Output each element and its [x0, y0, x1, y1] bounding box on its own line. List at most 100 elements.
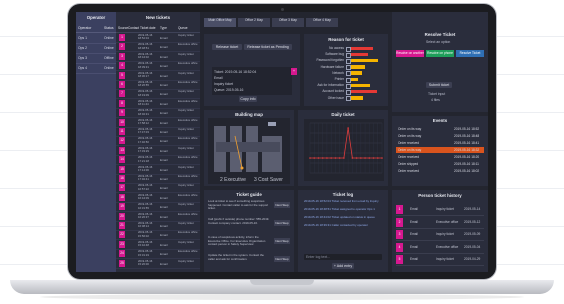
history-badge: 5	[396, 255, 403, 264]
history-queue: Inquiry ticket	[436, 232, 454, 236]
ticket-number-badge: 18	[119, 193, 125, 201]
operator-name: Ops 2	[78, 46, 88, 50]
ticket-number-badge: 7	[119, 90, 125, 98]
operator-row[interactable]: Ops 3 Offline	[76, 54, 116, 64]
reason-bar	[351, 71, 362, 75]
history-queue: Executive office	[436, 219, 459, 224]
event-time: 2019-05-16 18:32	[454, 148, 480, 152]
operator-row[interactable]: Ops 1 Online	[76, 34, 116, 44]
ticket-type: Email	[160, 120, 168, 125]
operator-row[interactable]: Ops 2 Online	[76, 44, 116, 54]
history-row[interactable]: 2 Email Executive office 2019-05-12	[396, 217, 484, 229]
ticket-number-badge: 1	[119, 34, 125, 41]
guide-step-text: In case of suspicious activity, inform t…	[208, 235, 266, 247]
ticket-date: 2019-05-16 18:44:02	[138, 51, 153, 60]
resolve-panel: Resolve Ticket Select an option Resolve …	[392, 12, 488, 112]
copy-info-button[interactable]: Copy info	[239, 96, 257, 102]
history-row[interactable]: 5 Email Inquiry ticket 2019-04-29	[396, 254, 484, 266]
building-map-panel: Building map 2 Executive 3 Cost Saver	[204, 110, 294, 186]
operator-panel: Operator Operator Status Ops 1 Online Ops 2…	[76, 12, 116, 272]
daily-point	[376, 157, 379, 159]
tab-2[interactable]: Office 3 Map	[272, 18, 304, 27]
ticket-log-panel: Ticket log 2019-05-16 18:52:04 Ticket re…	[298, 190, 388, 272]
ticket-number-badge: 9	[119, 109, 125, 117]
ticket-input-label: Ticket input	[428, 92, 446, 96]
ticket-number-badge: 24	[119, 250, 125, 258]
next-step-button[interactable]: Next Step	[274, 238, 290, 244]
ticket-number-badge: 22	[119, 231, 125, 239]
event-row[interactable]: Order on its way 2019-05-16 18:52	[396, 126, 484, 132]
event-row[interactable]: Order received 2019-05-16 18:02	[396, 168, 484, 174]
ticket-type: Email	[160, 214, 168, 219]
reason-bar	[351, 83, 370, 88]
resolve-button-1[interactable]: Resolve on phone	[426, 50, 454, 57]
history-badge: 2	[396, 217, 403, 227]
history-row[interactable]: 3 Email Inquiry ticket 2019-05-09	[396, 229, 484, 241]
ticket-queue: Inquiry ticket	[178, 183, 194, 188]
history-row[interactable]: 1 Email Inquiry ticket 2019-05-14	[396, 204, 484, 216]
ticket-date: 2019-05-16 17:33:29	[138, 145, 153, 154]
ticket-date: 2019-05-16 18:02:31	[138, 108, 153, 116]
log-entry: 2019-05-16 18:52:04 Ticket received from…	[304, 199, 379, 203]
ticket-edit-icon[interactable]: +	[291, 68, 297, 75]
ticket-number-badge: 4	[119, 62, 125, 70]
ticket-date: 2019-05-16 15:42:48	[138, 239, 153, 248]
ticket-number-badge: 5	[119, 71, 125, 79]
reason-label: Hardware failure	[320, 64, 344, 69]
history-queue: Inquiry ticket	[436, 207, 454, 211]
building-map[interactable]: 2 Executive 3 Cost Saver	[208, 118, 290, 184]
ticket-input-field[interactable]: Submit ticket	[426, 82, 452, 88]
operator-row[interactable]: Ops 4 Online	[76, 64, 116, 74]
new-tickets-header: Type	[160, 26, 167, 30]
ticket-type: Email	[160, 186, 168, 191]
event-row[interactable]: Order received 2019-05-16 18:20	[396, 154, 484, 160]
next-step-button[interactable]: Next Step	[274, 256, 290, 262]
guide-step-text: Update the ticket in the system. Contact…	[208, 253, 264, 261]
history-date: 2019-05-12	[464, 219, 481, 224]
ticket-number-badge: 23	[119, 240, 125, 248]
ticket-info-line: Email	[214, 76, 223, 80]
tab-3[interactable]: Office 4 Map	[306, 18, 338, 27]
new-tickets-panel: New tickets Source Contact Ticket date Type…	[116, 12, 200, 272]
ticket-type: Email	[160, 252, 168, 257]
tab-1[interactable]: Office 2 Map	[238, 18, 270, 27]
ticket-type: Email	[160, 195, 168, 200]
resolve-button-2[interactable]: Resolve Ticket	[456, 50, 484, 57]
history-date: 2019-04-29	[464, 257, 481, 261]
ticket-queue: Executive office	[178, 192, 198, 197]
tab-0[interactable]: Main Office Map	[204, 18, 236, 27]
event-row[interactable]: Order received 2019-05-16 18:41	[396, 140, 484, 146]
reason-bar	[351, 46, 373, 50]
reason-label: No access	[329, 46, 344, 50]
ticket-number-badge: 16	[119, 175, 125, 182]
release-pending-button[interactable]: Release ticket as Pending	[244, 44, 292, 50]
log-input[interactable]: Enter log text...	[304, 254, 382, 260]
next-step-button[interactable]: Next Step	[274, 202, 290, 208]
daily-point	[321, 157, 324, 159]
history-badge: 3	[396, 230, 403, 239]
event-row[interactable]: Order on its way 2019-05-16 18:48	[396, 133, 484, 139]
history-row[interactable]: 4 Email Executive office 2019-05-04	[396, 242, 484, 254]
event-text: Order shipped	[398, 162, 419, 166]
ticket-date: 2019-05-16 18:30:17	[138, 70, 153, 78]
resolve-button-0[interactable]: Resolve on another	[396, 50, 424, 57]
ticket-row[interactable]: 25 2019-05-16 15:20:00 Email Inquiry ticket	[116, 259, 200, 269]
ticket-queue: Inquiry ticket	[178, 164, 194, 169]
ticket-queue: Inquiry ticket	[178, 33, 194, 37]
daily-point	[334, 157, 337, 159]
add-log-button[interactable]: + Add entry	[332, 263, 354, 269]
history-type: Email	[410, 207, 418, 211]
event-time: 2019-05-16 18:20	[454, 155, 480, 159]
release-ticket-button[interactable]: Release ticket	[212, 44, 242, 50]
event-text: Order received	[398, 155, 420, 159]
ticket-type: Email	[160, 111, 168, 116]
ticket-number-badge: 11	[119, 128, 125, 135]
events-panel: Events Order on its way 2019-05-16 18:52 O…	[392, 116, 488, 186]
ticket-type: Email	[160, 83, 168, 87]
next-step-button[interactable]: Next Step	[274, 220, 290, 226]
ticket-date: 2019-05-16 17:21:18	[138, 155, 153, 163]
new-tickets-header: Queue	[178, 26, 188, 30]
event-row[interactable]: Order on its way 2019-05-16 18:32	[396, 147, 484, 153]
event-row[interactable]: Order shipped 2019-05-16 18:11	[396, 161, 484, 167]
ticket-number-badge: 2	[119, 43, 125, 51]
